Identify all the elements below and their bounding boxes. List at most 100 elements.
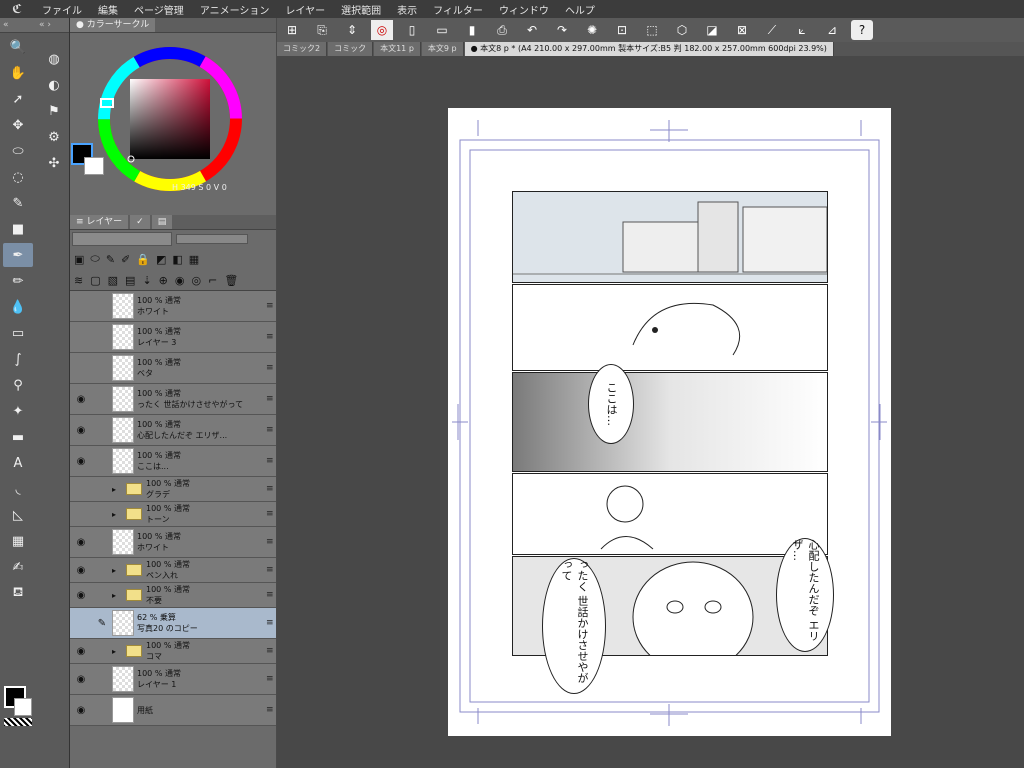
layer-menu-icon[interactable]: ≡ (266, 537, 276, 547)
grid-view-icon[interactable]: ⊞ (281, 20, 303, 40)
blend-mode-select[interactable] (72, 232, 172, 246)
zoom-tool-icon[interactable]: 🔍 (3, 35, 33, 59)
export-icon[interactable]: ⎘ (311, 20, 333, 40)
layer-menu-icon[interactable]: ≡ (266, 301, 276, 311)
layer-row[interactable]: 100 % 通常 ホワイト ≡ (70, 291, 276, 322)
transform-icon[interactable]: ⬚ (641, 20, 663, 40)
layer-menu-icon[interactable]: ≡ (266, 394, 276, 404)
layer-menu-icon[interactable]: ≡ (266, 509, 276, 519)
layer-row[interactable]: ▸ 100 % 通常 グラデ ≡ (70, 477, 276, 502)
layer-row[interactable]: ◉ 100 % 通常 ホワイト ≡ (70, 527, 276, 558)
layer-row[interactable]: 100 % 通常 レイヤー 3 ≡ (70, 322, 276, 353)
doc-tab-1[interactable]: コミック (328, 42, 374, 56)
open-file-icon[interactable]: ▭ (431, 20, 453, 40)
eye-icon[interactable]: ◉ (70, 705, 92, 716)
lock-icon[interactable]: 🔒 (136, 253, 150, 266)
pattern-tool-icon[interactable]: ▦ (3, 529, 33, 553)
fill-layer-icon[interactable]: ⊡ (611, 20, 633, 40)
color-wheel[interactable]: H 349 S 0 V 0 (70, 33, 276, 199)
grid-icon[interactable]: ▦ (189, 253, 199, 266)
help-icon[interactable]: ? (851, 20, 873, 40)
fill-tool-icon[interactable]: ■ (3, 217, 33, 241)
ruler-tool-icon[interactable]: ◺ (3, 503, 33, 527)
pencil-tool-icon[interactable]: ✏ (3, 269, 33, 293)
clear-icon[interactable]: ✺ (581, 20, 603, 40)
subtool-zoom-icon[interactable]: ◍ (39, 47, 69, 71)
layer-menu-icon[interactable]: ≡ (266, 674, 276, 684)
manga-page[interactable]: ここは… 心配したんだぞ エリザ… ったく 世話かけさせやがって (448, 108, 891, 736)
layer-menu-icon[interactable]: ≡ (266, 646, 276, 656)
doc-tab-0[interactable]: コミック2 (277, 42, 328, 56)
eye-icon[interactable]: ◉ (70, 537, 92, 548)
menu-item-5[interactable]: 選択範囲 (333, 2, 389, 17)
navigator-tab-icon[interactable]: ✓ (130, 215, 150, 229)
eye-icon[interactable]: ◉ (70, 590, 92, 601)
selection-tool-icon[interactable]: ⬭ (3, 139, 33, 163)
deselect-icon[interactable]: ⬡ (671, 20, 693, 40)
color-circle-tab[interactable]: ● カラーサークル (70, 18, 156, 32)
layer-menu-icon[interactable]: ≡ (266, 425, 276, 435)
menu-item-0[interactable]: ファイル (34, 2, 90, 17)
hand-tool-icon[interactable]: ✋ (3, 61, 33, 85)
layer-row[interactable]: ◉ 100 % 通常 心配したんだぞ エリザ... ≡ (70, 415, 276, 446)
palette-icon[interactable]: ⬭ (90, 252, 99, 266)
reference-icon[interactable]: ◧ (172, 253, 182, 266)
new-raster-icon[interactable]: ▢ (90, 274, 100, 287)
menu-item-2[interactable]: ページ管理 (126, 2, 192, 17)
marker-icon[interactable]: ✐ (121, 253, 130, 266)
collapse-left-icon[interactable]: « (0, 18, 36, 33)
doc-tab-3[interactable]: 本文9 p (421, 42, 464, 56)
layer-row[interactable]: ◉ 100 % 通常 ここは... ≡ (70, 446, 276, 477)
layer-menu-icon[interactable]: ≡ (266, 705, 276, 715)
snap-ruler-icon[interactable]: ⟋ (761, 20, 783, 40)
layer-menu-icon[interactable]: ≡ (266, 332, 276, 342)
menu-item-1[interactable]: 編集 (90, 2, 126, 17)
eye-icon[interactable]: ◉ (70, 394, 92, 405)
eye-icon[interactable]: ◉ (70, 674, 92, 685)
subtool-move-icon[interactable]: ✣ (39, 151, 69, 175)
save-icon[interactable]: ▮ (461, 20, 483, 40)
layer-menu-icon[interactable]: ≡ (266, 565, 276, 575)
layer-property-icon[interactable]: ≋ (74, 274, 83, 287)
layer-tab[interactable]: ≡ レイヤー (70, 215, 129, 229)
combine-icon[interactable]: ⊕ (159, 274, 168, 287)
menu-item-3[interactable]: アニメーション (192, 2, 278, 17)
subtool-balloon-icon[interactable]: ◐ (39, 73, 69, 97)
eyedropper-icon[interactable]: ✎ (3, 191, 33, 215)
layer-menu-icon[interactable]: ≡ (266, 618, 276, 628)
layer-row[interactable]: ◉ ▸ 100 % 通常 コマ ≡ (70, 639, 276, 664)
layer-row[interactable]: ▸ 100 % 通常 トーン ≡ (70, 502, 276, 527)
trash-icon[interactable]: 🗑 (224, 274, 238, 287)
apply-mask-icon[interactable]: ◎ (191, 274, 201, 287)
new-folder-icon[interactable]: ▤ (125, 274, 135, 287)
gradient-tool-icon[interactable]: ▬ (3, 425, 33, 449)
menu-item-4[interactable]: レイヤー (277, 2, 333, 17)
sub-color-box[interactable] (84, 157, 104, 175)
airbrush-tool-icon[interactable]: ⚲ (3, 373, 33, 397)
subtool-gear-icon[interactable]: ⚙ (39, 125, 69, 149)
balloon-tool-icon[interactable]: ◟ (3, 477, 33, 501)
doc-tab-2[interactable]: 本文11 p (374, 42, 421, 56)
lasso-tool-icon[interactable]: ◌ (3, 165, 33, 189)
correct-line-icon[interactable]: ✍ (3, 555, 33, 579)
move-layer-icon[interactable]: ✥ (3, 113, 33, 137)
undo-icon[interactable]: ↶ (521, 20, 543, 40)
folder-expand-icon[interactable]: ▸ (112, 566, 122, 575)
print-icon[interactable]: ⎙ (491, 20, 513, 40)
collapse-subtool-icon[interactable]: « › (36, 18, 69, 33)
folder-expand-icon[interactable]: ▸ (112, 510, 122, 519)
ruler-layer-icon[interactable]: ⌐ (208, 274, 217, 287)
decoration-tool-icon[interactable]: ✦ (3, 399, 33, 423)
eye-icon[interactable]: ◉ (70, 565, 92, 576)
spin-up-down-icon[interactable]: ⇕ (341, 20, 363, 40)
doc-tab-4[interactable]: ● 本文8 p * (A4 210.00 x 297.00mm 製本サイズ:B5… (464, 42, 834, 56)
new-file-icon[interactable]: ▯ (401, 20, 423, 40)
lock-alpha-icon[interactable]: ◩ (156, 253, 166, 266)
eraser-tool-icon[interactable]: ▭ (3, 321, 33, 345)
transparent-color-swatch[interactable] (4, 718, 32, 726)
opacity-slider[interactable] (176, 234, 248, 244)
history-tab-icon[interactable]: ▤ (151, 215, 173, 229)
subtool-figure-icon[interactable]: ⚑ (39, 99, 69, 123)
layer-row[interactable]: 100 % 通常 ベタ ≡ (70, 353, 276, 384)
layer-menu-icon[interactable]: ≡ (266, 484, 276, 494)
